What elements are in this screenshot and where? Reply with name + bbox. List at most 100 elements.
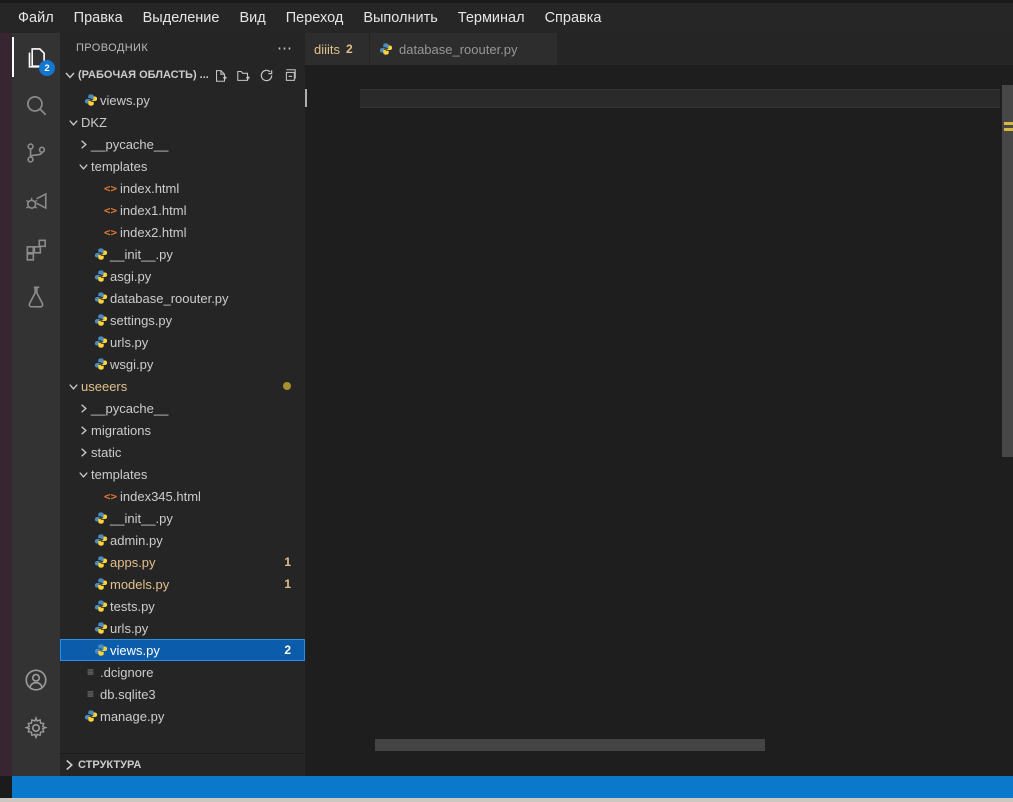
current-line-highlight <box>360 89 1000 108</box>
outline-label: СТРУКТУРА <box>78 759 141 771</box>
tab-diiits[interactable]: diiits2 <box>305 33 369 65</box>
tree-item-settings.py[interactable]: settings.py <box>60 309 305 331</box>
tree-item-label: __pycache__ <box>91 401 168 416</box>
tree-item-index345.html[interactable]: <>index345.html <box>60 485 305 507</box>
python-file-icon <box>91 577 110 591</box>
tree-item-migrations[interactable]: migrations <box>60 419 305 441</box>
tab-bar: diiits2 database_roouter.py <box>305 33 1013 65</box>
tree-item-useeers[interactable]: useeers <box>60 375 305 397</box>
activity-source-control[interactable] <box>12 129 60 177</box>
tree-item-__pycache__[interactable]: __pycache__ <box>60 133 305 155</box>
tree-item-database_roouter.py[interactable]: database_roouter.py <box>60 287 305 309</box>
tree-item-apps.py[interactable]: apps.py1 <box>60 551 305 573</box>
tree-item-DKZ[interactable]: DKZ <box>60 111 305 133</box>
python-file-icon <box>91 291 110 305</box>
run-debug-icon <box>23 188 49 214</box>
warning-mark <box>1004 122 1013 125</box>
python-file-icon <box>91 621 110 635</box>
extensions-icon <box>23 236 49 262</box>
activity-run-debug[interactable] <box>12 177 60 225</box>
outline-section-header[interactable]: СТРУКТУРА <box>60 753 305 776</box>
tree-item-label: wsgi.py <box>110 357 153 372</box>
tree-item-__init__.py[interactable]: __init__.py <box>60 243 305 265</box>
collapse-all-icon[interactable] <box>282 68 297 83</box>
menu-item-Выделение[interactable]: Выделение <box>133 3 230 33</box>
horizontal-scrollbar-thumb[interactable] <box>375 739 765 751</box>
tree-item-urls.py[interactable]: urls.py <box>60 331 305 353</box>
editor-area: diiits2 database_roouter.py <box>305 33 1013 776</box>
tree-item-label: templates <box>91 467 147 482</box>
python-file-icon <box>91 555 110 569</box>
tree-item-models.py[interactable]: models.py1 <box>60 573 305 595</box>
tree-item-views.py[interactable]: views.py <box>60 89 305 111</box>
tree-item-urls.py[interactable]: urls.py <box>60 617 305 639</box>
python-file-icon <box>81 93 100 107</box>
tree-item-index2.html[interactable]: <>index2.html <box>60 221 305 243</box>
menu-item-Справка[interactable]: Справка <box>535 3 612 33</box>
refresh-icon[interactable] <box>259 68 274 83</box>
account-icon <box>23 667 49 693</box>
activity-search[interactable] <box>12 81 60 129</box>
activity-testing[interactable] <box>12 273 60 321</box>
minimap[interactable] <box>930 89 1001 249</box>
python-file-icon <box>91 357 110 371</box>
chevron-right-icon <box>60 756 78 774</box>
new-file-icon[interactable] <box>213 68 228 83</box>
tree-item-templates[interactable]: templates <box>60 463 305 485</box>
menu-item-Переход[interactable]: Переход <box>276 3 354 33</box>
tab-label: diiits <box>314 42 340 57</box>
tree-item-__pycache__[interactable]: __pycache__ <box>60 397 305 419</box>
tree-item-admin.py[interactable]: admin.py <box>60 529 305 551</box>
html-file-icon: <> <box>101 490 120 503</box>
tree-item-label: useeers <box>81 379 127 394</box>
menu-bar: ФайлПравкаВыделениеВидПереходВыполнитьТе… <box>0 0 1013 33</box>
vertical-scrollbar[interactable] <box>1002 85 1013 776</box>
tree-item-label: __init__.py <box>110 511 173 526</box>
activity-explorer[interactable]: 2 <box>12 33 60 81</box>
tree-item-.dcignore[interactable]: ≡.dcignore <box>60 661 305 683</box>
vertical-scrollbar-thumb[interactable] <box>1002 85 1013 457</box>
tree-item-label: __init__.py <box>110 247 173 262</box>
code-editor[interactable] <box>305 89 1013 776</box>
tree-item-views.py[interactable]: views.py2 <box>60 639 305 661</box>
python-file-icon <box>91 335 110 349</box>
tab-label: database_roouter.py <box>399 42 518 57</box>
workspace-section-header[interactable]: (РАБОЧАЯ ОБЛАСТЬ) ... <box>60 63 305 87</box>
problem-count-badge: 2 <box>284 643 291 657</box>
text-file-icon: ≡ <box>81 665 100 679</box>
tab-database_roouter.py[interactable]: database_roouter.py <box>370 33 557 65</box>
tree-item-__init__.py[interactable]: __init__.py <box>60 507 305 529</box>
tree-item-tests.py[interactable]: tests.py <box>60 595 305 617</box>
tree-item-asgi.py[interactable]: asgi.py <box>60 265 305 287</box>
search-icon <box>23 92 49 118</box>
python-file-icon <box>91 247 110 261</box>
text-cursor <box>305 89 307 107</box>
tree-item-wsgi.py[interactable]: wsgi.py <box>60 353 305 375</box>
python-file-icon <box>91 533 110 547</box>
python-file-icon <box>81 709 100 723</box>
tree-item-static[interactable]: static <box>60 441 305 463</box>
menu-item-Файл[interactable]: Файл <box>8 3 64 33</box>
menu-item-Правка[interactable]: Правка <box>64 3 133 33</box>
explorer-more-actions-icon[interactable]: ⋯ <box>277 39 293 57</box>
tree-item-label: urls.py <box>110 335 148 350</box>
activity-extensions[interactable] <box>12 225 60 273</box>
chevron-right-icon <box>76 401 91 416</box>
activity-accounts[interactable] <box>12 656 60 704</box>
activity-settings[interactable] <box>12 704 60 752</box>
tree-item-label: urls.py <box>110 621 148 636</box>
new-folder-icon[interactable] <box>236 68 251 83</box>
menu-item-Выполнить[interactable]: Выполнить <box>353 3 447 33</box>
tree-item-index1.html[interactable]: <>index1.html <box>60 199 305 221</box>
tree-item-index.html[interactable]: <>index.html <box>60 177 305 199</box>
tree-item-templates[interactable]: templates <box>60 155 305 177</box>
explorer-title: ПРОВОДНИК <box>76 42 148 54</box>
menu-item-Терминал[interactable]: Терминал <box>448 3 535 33</box>
menu-item-Вид[interactable]: Вид <box>229 3 275 33</box>
problem-count-badge: 1 <box>284 555 291 569</box>
tree-item-db.sqlite3[interactable]: ≡db.sqlite3 <box>60 683 305 705</box>
breadcrumb[interactable] <box>305 65 1013 89</box>
tree-item-manage.py[interactable]: manage.py <box>60 705 305 727</box>
tree-item-label: index2.html <box>120 225 186 240</box>
html-file-icon: <> <box>101 182 120 195</box>
